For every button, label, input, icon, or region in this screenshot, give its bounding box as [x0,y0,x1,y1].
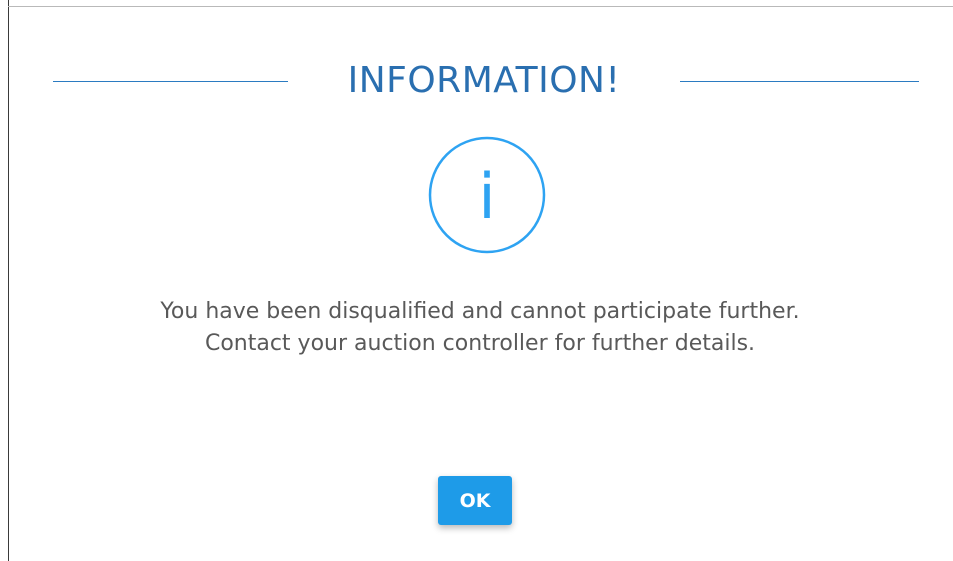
title-divider-right [680,81,919,82]
title-divider-left [53,81,288,82]
information-dialog: INFORMATION! i You have been disqualifie… [0,0,953,561]
window-edge-top [8,6,953,7]
message-line-1: You have been disqualified and cannot pa… [160,299,800,324]
info-icon-glyph: i [478,160,495,233]
ok-button[interactable]: OK [438,476,512,525]
window-edge-left [8,0,9,561]
dialog-message: You have been disqualified and cannot pa… [60,296,900,360]
info-icon: i [428,136,546,254]
message-line-2: Contact your auction controller for furt… [204,331,756,356]
dialog-title: INFORMATION! [347,60,621,101]
